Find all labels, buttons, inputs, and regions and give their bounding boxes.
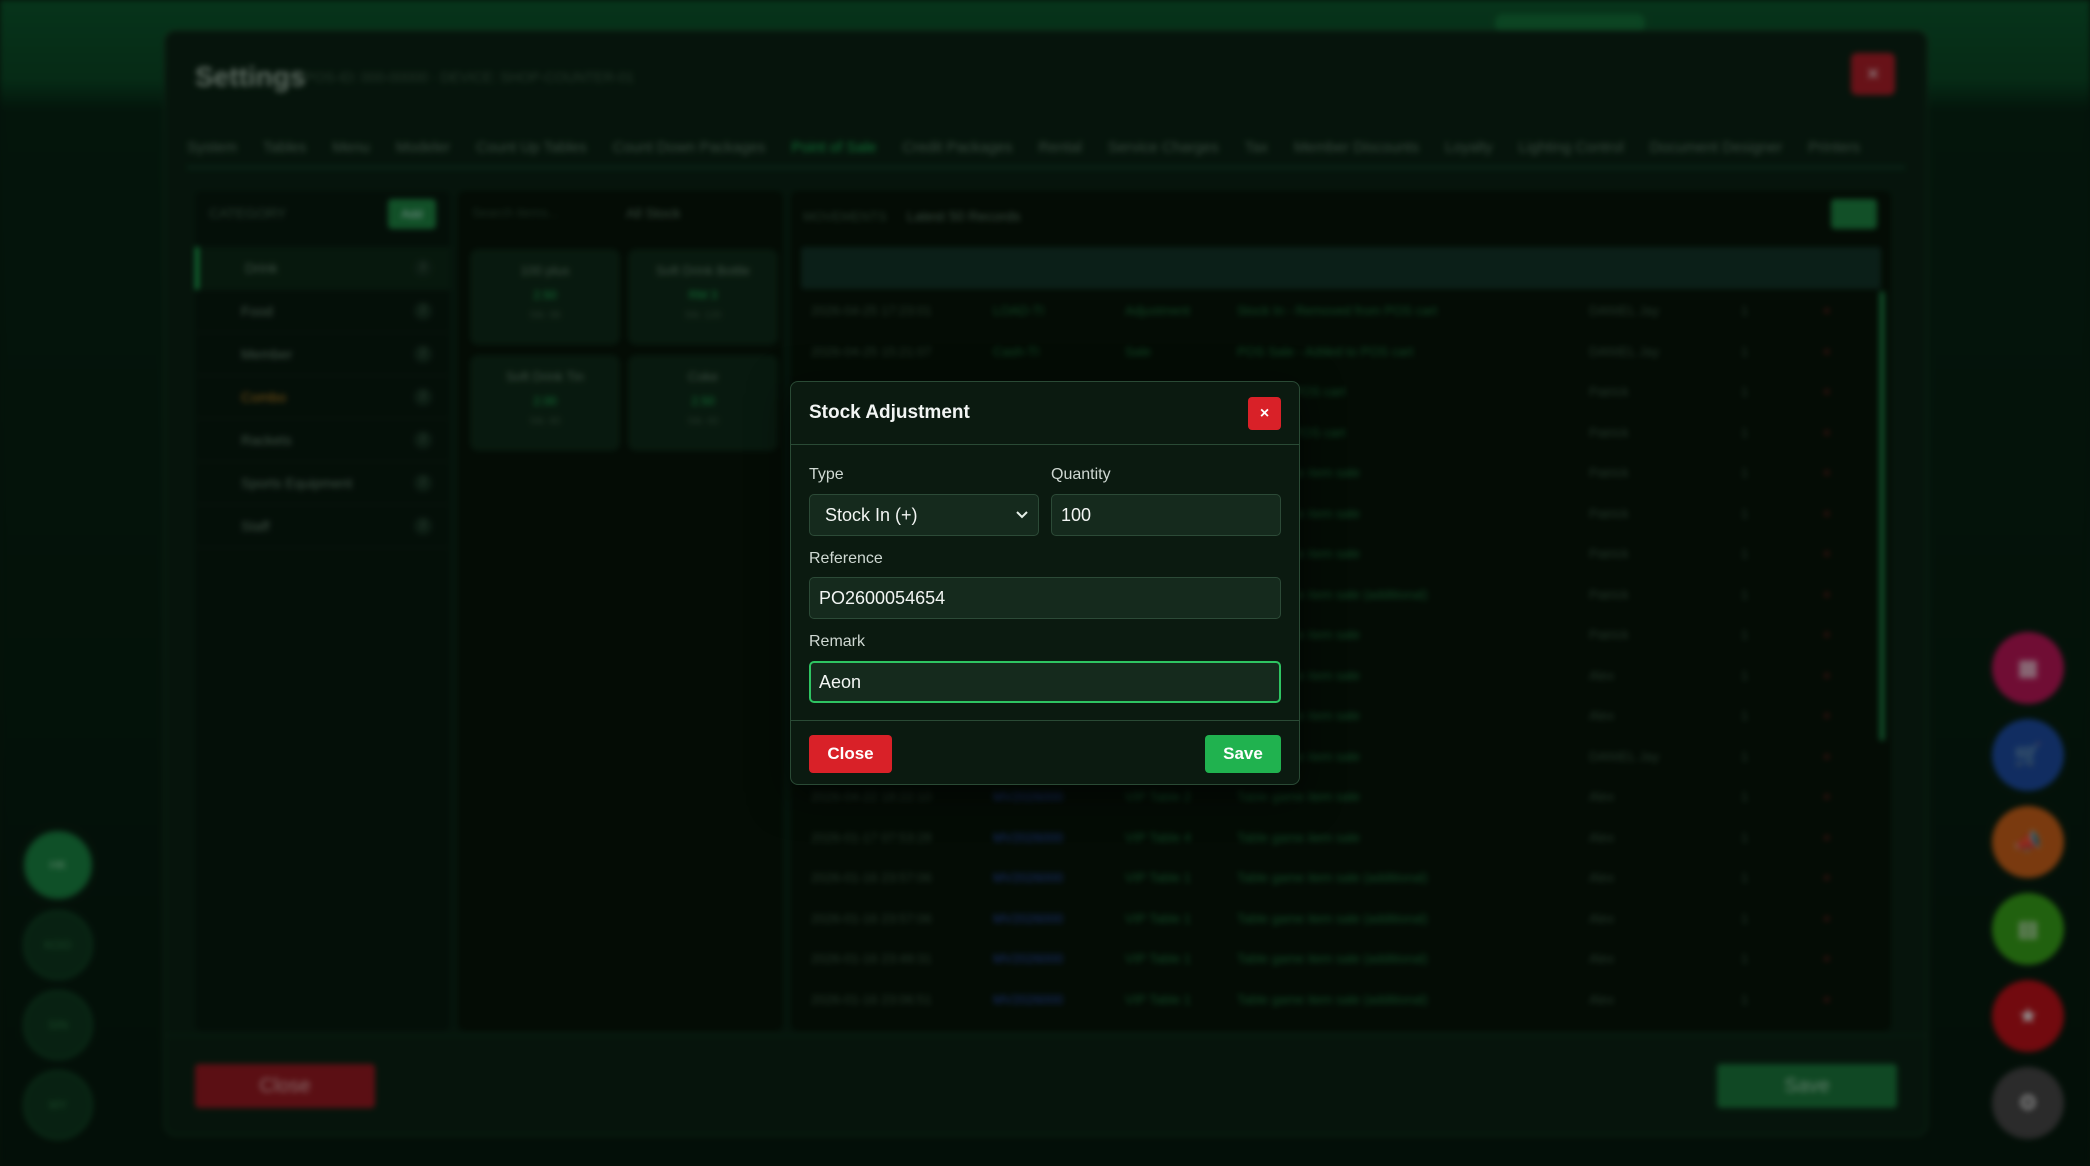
close-button[interactable]: Close bbox=[809, 735, 892, 773]
quantity-label: Quantity bbox=[1051, 466, 1111, 483]
reference-label: Reference bbox=[809, 550, 883, 567]
type-label: Type bbox=[809, 466, 844, 483]
quantity-input[interactable]: 100 bbox=[1051, 494, 1281, 536]
type-select-value: Stock In (+) bbox=[825, 505, 918, 525]
save-button[interactable]: Save bbox=[1205, 735, 1281, 773]
remark-label: Remark bbox=[809, 633, 866, 650]
type-select[interactable]: Stock In (+) bbox=[809, 494, 1039, 536]
modal-footer: Close Save bbox=[791, 720, 1299, 786]
modal-title: Stock Adjustment bbox=[809, 402, 970, 423]
close-icon[interactable]: × bbox=[1248, 397, 1281, 430]
modal-header: Stock Adjustment × bbox=[791, 382, 1299, 445]
chevron-down-icon bbox=[1012, 495, 1032, 535]
stock-adjustment-modal: Stock Adjustment × Type Stock In (+) Qua… bbox=[790, 381, 1300, 785]
remark-input[interactable]: Aeon bbox=[809, 661, 1281, 703]
reference-input[interactable]: PO2600054654 bbox=[809, 577, 1281, 619]
